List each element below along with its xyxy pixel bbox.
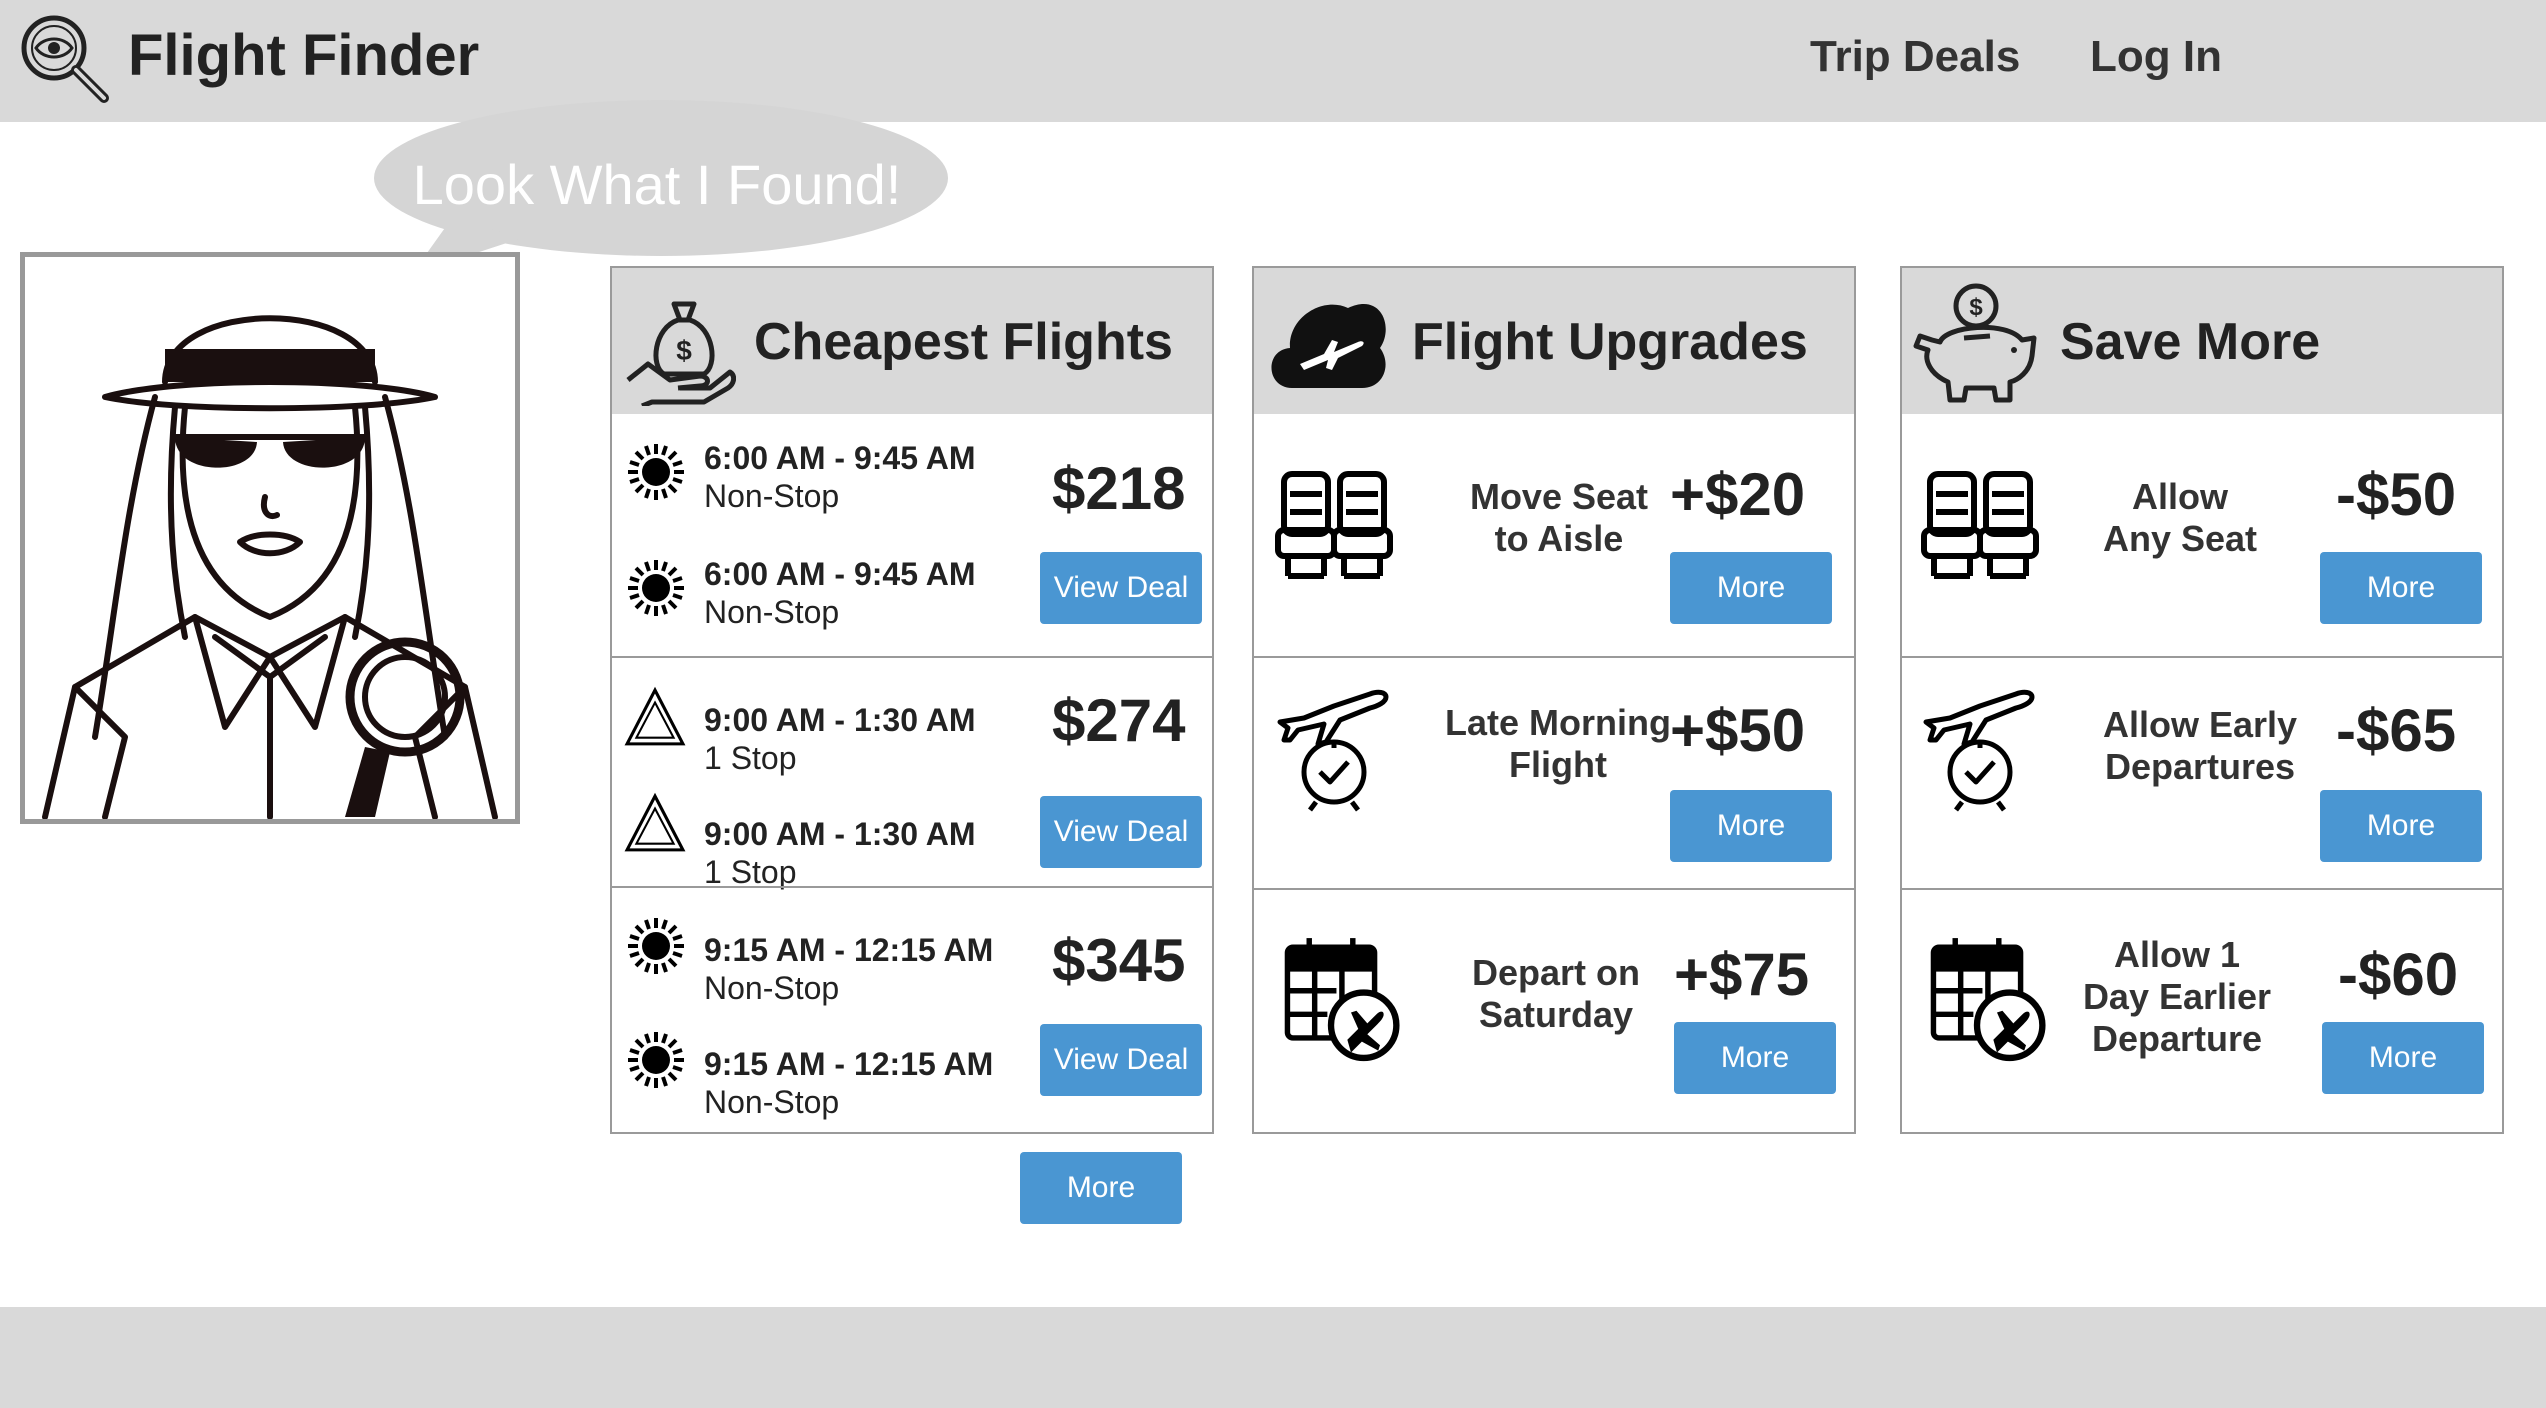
sun-icon [626,558,686,618]
card-title: Save More [2060,313,2321,371]
outbound-time: 9:15 AM - 12:15 AM [704,932,994,968]
return-time: 9:15 AM - 12:15 AM [704,1046,994,1082]
triangle-icon [624,686,686,748]
save-label: Allow 1 Day Earlier Departure [2082,934,2272,1059]
upgrade-row: Move Seat to Aisle +$20 More [1254,414,1854,656]
save-label: Allow Any Seat [2102,476,2258,559]
plane-clock-icon [1274,684,1394,814]
save-price: -$50 [2336,461,2457,528]
deal-price: $274 [1052,687,1186,754]
return-time: 9:00 AM - 1:30 AM [704,816,976,852]
svg-text:$: $ [1969,294,1983,321]
nav-trip-deals[interactable]: Trip Deals [1810,32,2020,82]
nav-log-in[interactable]: Log In [2090,32,2222,82]
upgrade-row: Late Morning Flight +$50 More [1254,656,1854,888]
card-title: Cheapest Flights [754,313,1173,371]
more-button[interactable]: More [1670,552,1832,624]
upgrade-price: +$20 [1670,461,1806,528]
save-price: -$65 [2336,697,2457,764]
view-deal-button[interactable]: View Deal [1040,796,1202,868]
detective-illustration [20,252,520,824]
save-label: Allow Early Departures [2102,704,2298,787]
more-flights-button[interactable]: More [1020,1152,1182,1224]
view-deal-button[interactable]: View Deal [1040,552,1202,624]
save-row: Allow Any Seat -$50 More [1902,414,2502,656]
flight-deal-row: 9:15 AM - 12:15 AM Non-Stop 9:15 AM - 12… [612,886,1212,1134]
flight-upgrades-card: Flight Upgrades Move Seat to Aisle +$20 … [1252,266,1856,1134]
plane-clock-icon [1920,684,2040,814]
piggy-bank-icon: $ [1913,283,2037,403]
return-stops: Non-Stop [704,1084,840,1120]
upgrade-label: Late Morning Flight [1445,702,1671,785]
upgrade-row: Depart on Saturday +$75 More [1254,888,1854,1134]
sun-icon [626,442,686,502]
sun-icon [626,1030,686,1090]
save-row: Allow Early Departures -$65 More [1902,656,2502,888]
more-button[interactable]: More [1674,1022,1836,1094]
card-header: $ Cheapest Flights [612,268,1212,414]
magnifier-eye-icon [21,15,109,103]
seats-icon [1274,464,1394,584]
calendar-plane-icon [1928,930,2046,1066]
card-title: Flight Upgrades [1412,313,1808,371]
more-button[interactable]: More [1670,790,1832,862]
cheapest-flights-card: $ Cheapest Flights 6:00 AM - 9:45 AM Non… [610,266,1214,1134]
card-header: Flight Upgrades [1254,268,1854,414]
flight-deal-row: 6:00 AM - 9:45 AM Non-Stop 6:00 AM - 9:4… [612,414,1212,656]
deal-price: $218 [1052,455,1186,522]
outbound-time: 6:00 AM - 9:45 AM [704,440,976,476]
money-bag-hand-icon: $ [626,301,736,406]
return-time: 6:00 AM - 9:45 AM [704,556,976,592]
save-price: -$60 [2338,941,2459,1008]
upgrade-price: +$50 [1670,697,1806,764]
more-button[interactable]: More [2320,552,2482,624]
triangle-icon [624,792,686,854]
view-deal-button[interactable]: View Deal [1040,1024,1202,1096]
speech-bubble-text: Look What I Found! [412,153,902,216]
card-header: $ Save More [1902,268,2502,414]
more-button[interactable]: More [2320,790,2482,862]
upgrade-label: Move Seat to Aisle [1469,476,1649,559]
footer-bar [0,1307,2546,1408]
outbound-stops: Non-Stop [704,478,840,514]
flight-deal-row: 9:00 AM - 1:30 AM 1 Stop 9:00 AM - 1:30 … [612,656,1212,890]
svg-text:$: $ [676,335,692,366]
save-more-card: $ Save More Allow Any Seat -$50 More All… [1900,266,2504,1134]
cloud-plane-icon [1271,304,1386,388]
outbound-time: 9:00 AM - 1:30 AM [704,702,976,738]
outbound-stops: 1 Stop [704,740,797,776]
return-stops: Non-Stop [704,594,840,630]
sun-icon [626,916,686,976]
upgrade-label: Depart on Saturday [1471,952,1640,1035]
upgrade-price: +$75 [1674,941,1810,1008]
calendar-plane-icon [1282,930,1400,1066]
outbound-stops: Non-Stop [704,970,840,1006]
seats-icon [1920,464,2040,584]
save-row: Allow 1 Day Earlier Departure -$60 More [1902,888,2502,1134]
more-button[interactable]: More [2322,1022,2484,1094]
brand-title[interactable]: Flight Finder [128,22,479,89]
deal-price: $345 [1052,927,1186,994]
